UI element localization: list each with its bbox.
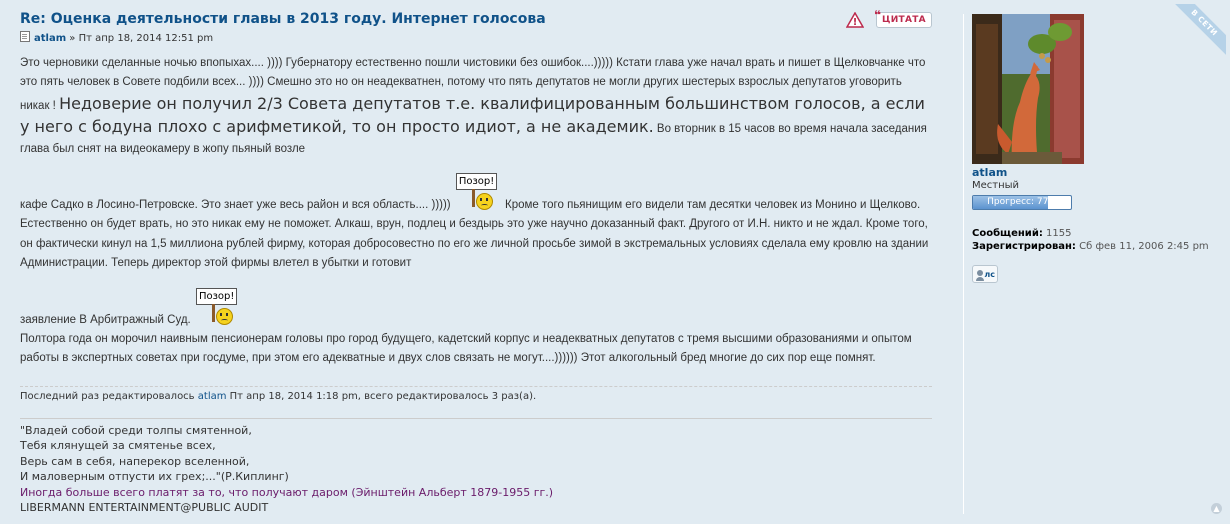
- post-title: Re: Оценка деятельности главы в 2013 год…: [20, 8, 932, 30]
- shame-smiley-icon: Позор!: [455, 173, 500, 211]
- post-title-link[interactable]: Re: Оценка деятельности главы в 2013 год…: [20, 11, 546, 27]
- back-to-top-icon[interactable]: ▲: [1211, 503, 1222, 514]
- svg-text:!: !: [853, 17, 858, 28]
- signature-last-line: LIBERMANN ENTERTAINMENT@PUBLIC AUDIT: [20, 501, 269, 515]
- profile-rank: Местный: [972, 180, 1020, 191]
- profile-posts: Сообщений: 1155: [972, 227, 1230, 240]
- profile-username[interactable]: atlam: [972, 166, 1230, 179]
- content-text-2: кафе Садко в Лосино-Петровске. Это знает…: [20, 199, 451, 212]
- edit-notice-suffix: Пт апр 18, 2014 1:18 pm, всего редактиро…: [226, 391, 537, 402]
- edit-notice-prefix: Последний раз редактировалось: [20, 391, 198, 402]
- online-badge: В СЕТИ: [1166, 4, 1226, 64]
- registered-value: Сб фев 11, 2006 2:45 pm: [1079, 241, 1209, 252]
- posts-value[interactable]: 1155: [1046, 228, 1071, 239]
- smiley-face: [215, 307, 233, 325]
- progress-bar: Прогресс: 77%: [972, 195, 1072, 210]
- post-content: Это черновики сделанные ночью впопыхах..…: [20, 54, 932, 369]
- post-body: Re: Оценка деятельности главы в 2013 год…: [20, 8, 932, 369]
- online-label: В СЕТИ: [1170, 4, 1226, 57]
- quote-button[interactable]: ЦИТАТА: [874, 8, 932, 28]
- content-text-3: заявление В Арбитражный Суд.: [20, 313, 191, 326]
- edit-notice: Последний раз редактировалось atlam Пт а…: [20, 386, 932, 402]
- profile-registered: Зарегистрирован: Сб фев 11, 2006 2:45 pm: [972, 240, 1230, 253]
- signature: "Владей собой среди толпы смятенной, Теб…: [20, 418, 932, 515]
- smiley-sign: Позор!: [455, 173, 498, 191]
- signature-line: И маловерным отпусти их грех;..."(Р.Кипл…: [20, 470, 289, 484]
- smiley-face: [475, 193, 493, 211]
- content-text-4: Полтора года он морочил наивным пенсионе…: [20, 333, 912, 365]
- signature-line: Верь сам в себя, наперекор вселенной,: [20, 454, 250, 468]
- post-author-line: atlam » Пт апр 18, 2014 12:51 pm: [20, 30, 932, 48]
- avatar[interactable]: [972, 14, 1084, 164]
- smiley-sign: Позор!: [195, 287, 238, 305]
- edit-notice-user[interactable]: atlam: [198, 391, 227, 402]
- post-icon[interactable]: [20, 31, 30, 42]
- report-button[interactable]: !: [846, 12, 864, 28]
- signature-line: "Владей собой среди толпы смятенной,: [20, 424, 252, 437]
- smiley-pole: [211, 303, 215, 322]
- post-profile: atlam Местный Прогресс: 77% Сообщений: 1…: [963, 14, 1230, 514]
- smiley-pole: [471, 189, 475, 208]
- report-icon: !: [846, 12, 864, 28]
- posts-label: Сообщений:: [972, 228, 1043, 239]
- post-date: Пт апр 18, 2014 12:51 pm: [78, 33, 214, 44]
- date-separator: »: [66, 33, 79, 44]
- shame-smiley-icon: Позор!: [195, 287, 240, 326]
- progress-label: Прогресс: 77%: [987, 197, 1057, 207]
- signature-quote-line: Иногда больше всего платят за то, что по…: [20, 485, 554, 499]
- pm-label: лс: [984, 270, 995, 279]
- registered-label: Зарегистрирован:: [972, 241, 1076, 252]
- pm-button[interactable]: лс: [972, 265, 998, 283]
- post: Re: Оценка деятельности главы в 2013 год…: [8, 4, 1226, 520]
- signature-line: Тебя клянущей за смятенье всех,: [20, 439, 216, 453]
- post-author-link[interactable]: atlam: [34, 33, 66, 44]
